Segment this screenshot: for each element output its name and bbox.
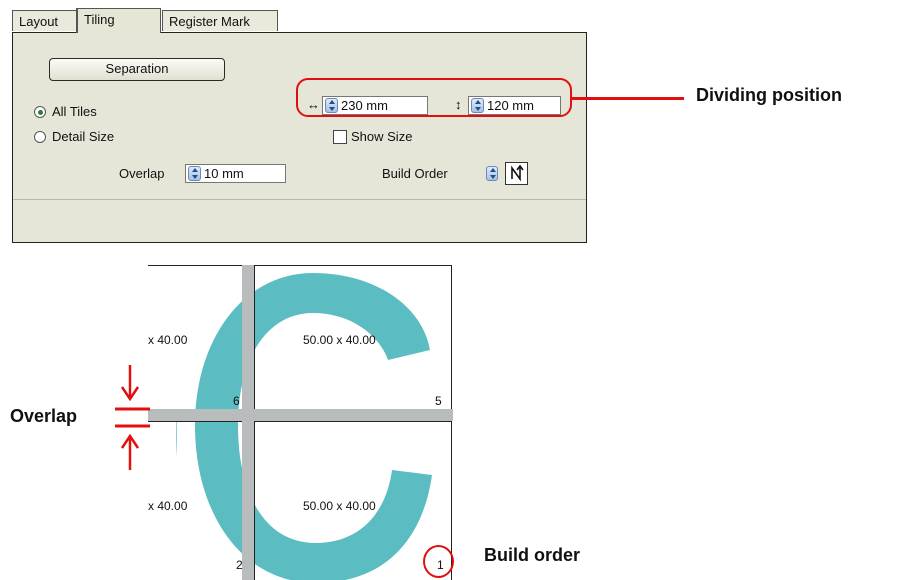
tile-number-2: 2 bbox=[236, 558, 243, 572]
dividing-position-highlight bbox=[296, 78, 572, 117]
tile-top-border bbox=[148, 265, 452, 410]
radio-all-tiles[interactable]: All Tiles bbox=[34, 104, 97, 119]
radio-unselected-icon bbox=[34, 130, 46, 143]
build-order-callout: Build order bbox=[484, 545, 581, 565]
vertical-overlap-bar bbox=[242, 265, 254, 580]
tab-tiling[interactable]: Tiling bbox=[76, 8, 161, 33]
tiling-panel: Separation All Tiles Detail Size ↔ 230 m… bbox=[12, 32, 587, 243]
tab-bar: Layout Tiling Register Mark bbox=[12, 8, 587, 33]
tile-size-label: x 40.00 bbox=[148, 499, 188, 513]
tile-size-label: x 40.00 bbox=[148, 333, 188, 347]
checkbox-icon bbox=[333, 129, 347, 144]
radio-all-tiles-label: All Tiles bbox=[52, 104, 97, 119]
separation-button[interactable]: Separation bbox=[49, 58, 225, 81]
tile-number-6: 6 bbox=[233, 394, 240, 408]
overlap-label: Overlap bbox=[119, 166, 165, 181]
build-order-highlight bbox=[423, 545, 454, 578]
overlap-callout: Overlap bbox=[10, 406, 78, 426]
dividing-position-callout: Dividing position bbox=[696, 85, 842, 105]
build-order-label: Build Order bbox=[382, 166, 448, 181]
tile-size-label: 50.00 x 40.00 bbox=[303, 499, 376, 513]
show-size-label: Show Size bbox=[351, 129, 413, 144]
tile-number-5: 5 bbox=[435, 394, 442, 408]
spinner-icon[interactable] bbox=[188, 166, 201, 181]
build-order-icon[interactable] bbox=[505, 162, 528, 185]
overlap-field[interactable]: 10 mm bbox=[185, 164, 286, 183]
tile-divider-bottom-top bbox=[148, 421, 452, 422]
tiling-preview: x 40.00 50.00 x 40.00 x 40.00 50.00 x 40… bbox=[148, 265, 453, 580]
tab-layout[interactable]: Layout bbox=[12, 10, 78, 31]
build-order-spinner[interactable] bbox=[484, 164, 501, 183]
tile-divider-left bbox=[254, 265, 255, 580]
tile-size-label: 50.00 x 40.00 bbox=[303, 333, 376, 347]
overlap-arrows bbox=[115, 365, 150, 470]
spinner-icon[interactable] bbox=[486, 166, 498, 181]
radio-detail-size[interactable]: Detail Size bbox=[34, 129, 114, 144]
dividing-position-leader-line bbox=[572, 97, 684, 100]
horizontal-overlap-bar bbox=[148, 409, 453, 421]
tab-register-mark[interactable]: Register Mark bbox=[162, 10, 278, 31]
panel-divider bbox=[13, 199, 586, 200]
show-size-checkbox[interactable]: Show Size bbox=[333, 129, 412, 144]
radio-detail-size-label: Detail Size bbox=[52, 129, 115, 144]
overlap-value: 10 mm bbox=[204, 166, 244, 181]
radio-selected-icon bbox=[34, 105, 46, 118]
tiling-dialog: Layout Tiling Register Mark Separation A… bbox=[12, 8, 587, 243]
